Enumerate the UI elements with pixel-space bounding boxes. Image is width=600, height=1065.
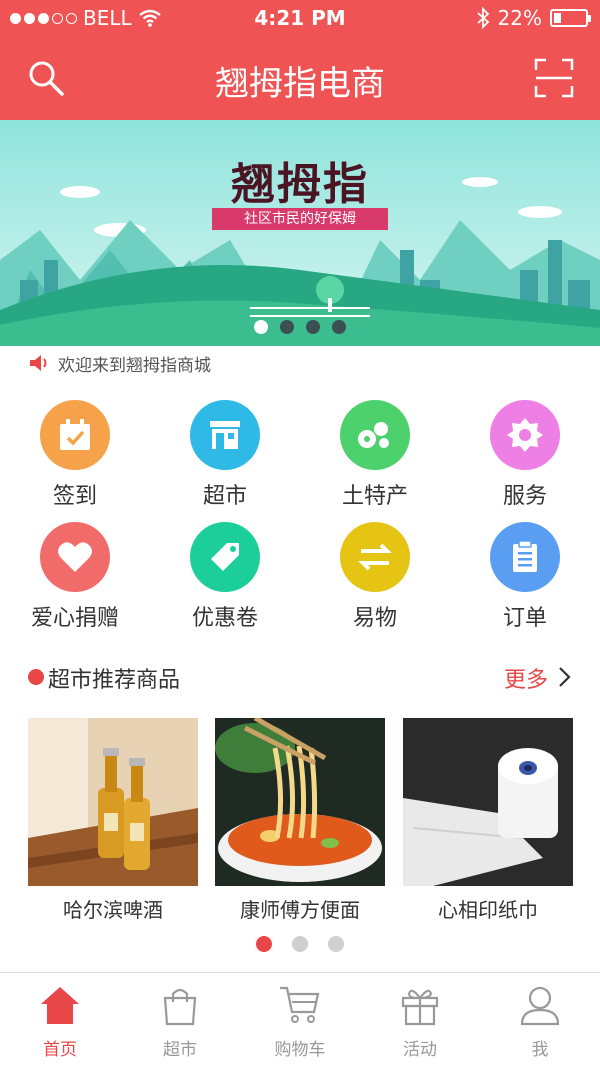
home-icon [0,983,120,1027]
gift-icon [360,983,480,1027]
produce-icon [340,400,410,470]
bottom-tab-bar: 首页 超市 购物车 活动 我 [0,972,600,1065]
banner-pager[interactable] [254,320,346,334]
category-supermarket[interactable]: 超市 [150,400,300,520]
category-label: 爱心捐赠 [30,606,119,631]
gear-icon [490,400,560,470]
category-label: 签到 [52,484,97,509]
cart-icon [240,983,360,1027]
announcement-bar[interactable]: 欢迎来到翘拇指商城 [28,352,211,376]
banner-subtitle: 社区市民的好保姆 [212,208,388,230]
product-name: 心相印纸巾 [438,898,538,922]
category-label: 订单 [502,606,547,631]
tab-label: 我 [531,1040,549,1060]
exchange-icon [340,522,410,592]
category-orders[interactable]: 订单 [450,522,600,642]
tab-me[interactable]: 我 [480,983,600,1063]
calendar-check-icon [40,400,110,470]
recommended-section-header: 超市推荐商品 更多 [28,662,580,694]
category-label: 超市 [202,484,247,509]
shopping-bag-icon [120,983,240,1027]
announcement-text: 欢迎来到翘拇指商城 [58,355,211,376]
product-card[interactable]: 康师傅方便面 [215,718,385,923]
chevron-right-icon[interactable] [558,666,572,688]
category-local-produce[interactable]: 土特产 [300,400,450,520]
category-services[interactable]: 服务 [450,400,600,520]
pager-dot[interactable] [328,936,344,952]
pager-dot[interactable] [306,320,320,334]
store-icon [190,400,260,470]
category-checkin[interactable]: 签到 [0,400,150,520]
app-header: BELL 4:21 PM 22% 翘拇指电商 [0,0,600,120]
page-title: 翘拇指电商 [215,64,385,104]
pager-dot[interactable] [280,320,294,334]
category-label: 土特产 [341,484,408,509]
category-charity[interactable]: 爱心捐赠 [0,522,150,642]
product-pager[interactable] [256,936,344,952]
product-name: 哈尔滨啤酒 [63,898,163,922]
tab-home[interactable]: 首页 [0,983,120,1063]
banner-title: 翘拇指 [231,159,369,210]
product-card[interactable]: 心相印纸巾 [403,718,573,923]
scan-button[interactable] [534,58,574,98]
tissue-image [403,718,573,886]
battery-icon [550,9,591,27]
heart-icon [40,522,110,592]
tab-label: 购物车 [274,1040,326,1060]
tag-icon [190,522,260,592]
beer-image [28,718,198,886]
pager-dot[interactable] [292,936,308,952]
tab-label: 首页 [43,1040,77,1060]
tab-supermarket[interactable]: 超市 [120,983,240,1063]
tab-activities[interactable]: 活动 [360,983,480,1063]
pager-dot[interactable] [332,320,346,334]
tab-label: 活动 [403,1040,437,1060]
product-name: 康师傅方便面 [240,898,360,922]
user-icon [480,983,600,1027]
speaker-icon [30,355,47,371]
clipboard-icon [490,522,560,592]
section-marker [28,669,44,685]
noodles-image [215,718,385,886]
category-label: 服务 [502,484,547,509]
category-label: 易物 [352,606,397,631]
more-link[interactable]: 更多 [504,662,548,694]
pager-dot[interactable] [256,936,272,952]
battery-percent: 22% [497,6,542,30]
promo-banner[interactable]: 翘拇指 社区市民的好保姆 [0,120,600,346]
scan-icon [534,58,574,98]
product-card[interactable]: 哈尔滨啤酒 [28,718,198,923]
tab-label: 超市 [163,1040,197,1060]
status-bar: BELL 4:21 PM 22% [0,6,600,34]
category-label: 优惠卷 [191,606,258,631]
bluetooth-icon [476,7,489,29]
category-coupons[interactable]: 优惠卷 [150,522,300,642]
category-barter[interactable]: 易物 [300,522,450,642]
tab-cart[interactable]: 购物车 [240,983,360,1063]
section-title: 超市推荐商品 [48,668,181,693]
pager-dot[interactable] [254,320,268,334]
